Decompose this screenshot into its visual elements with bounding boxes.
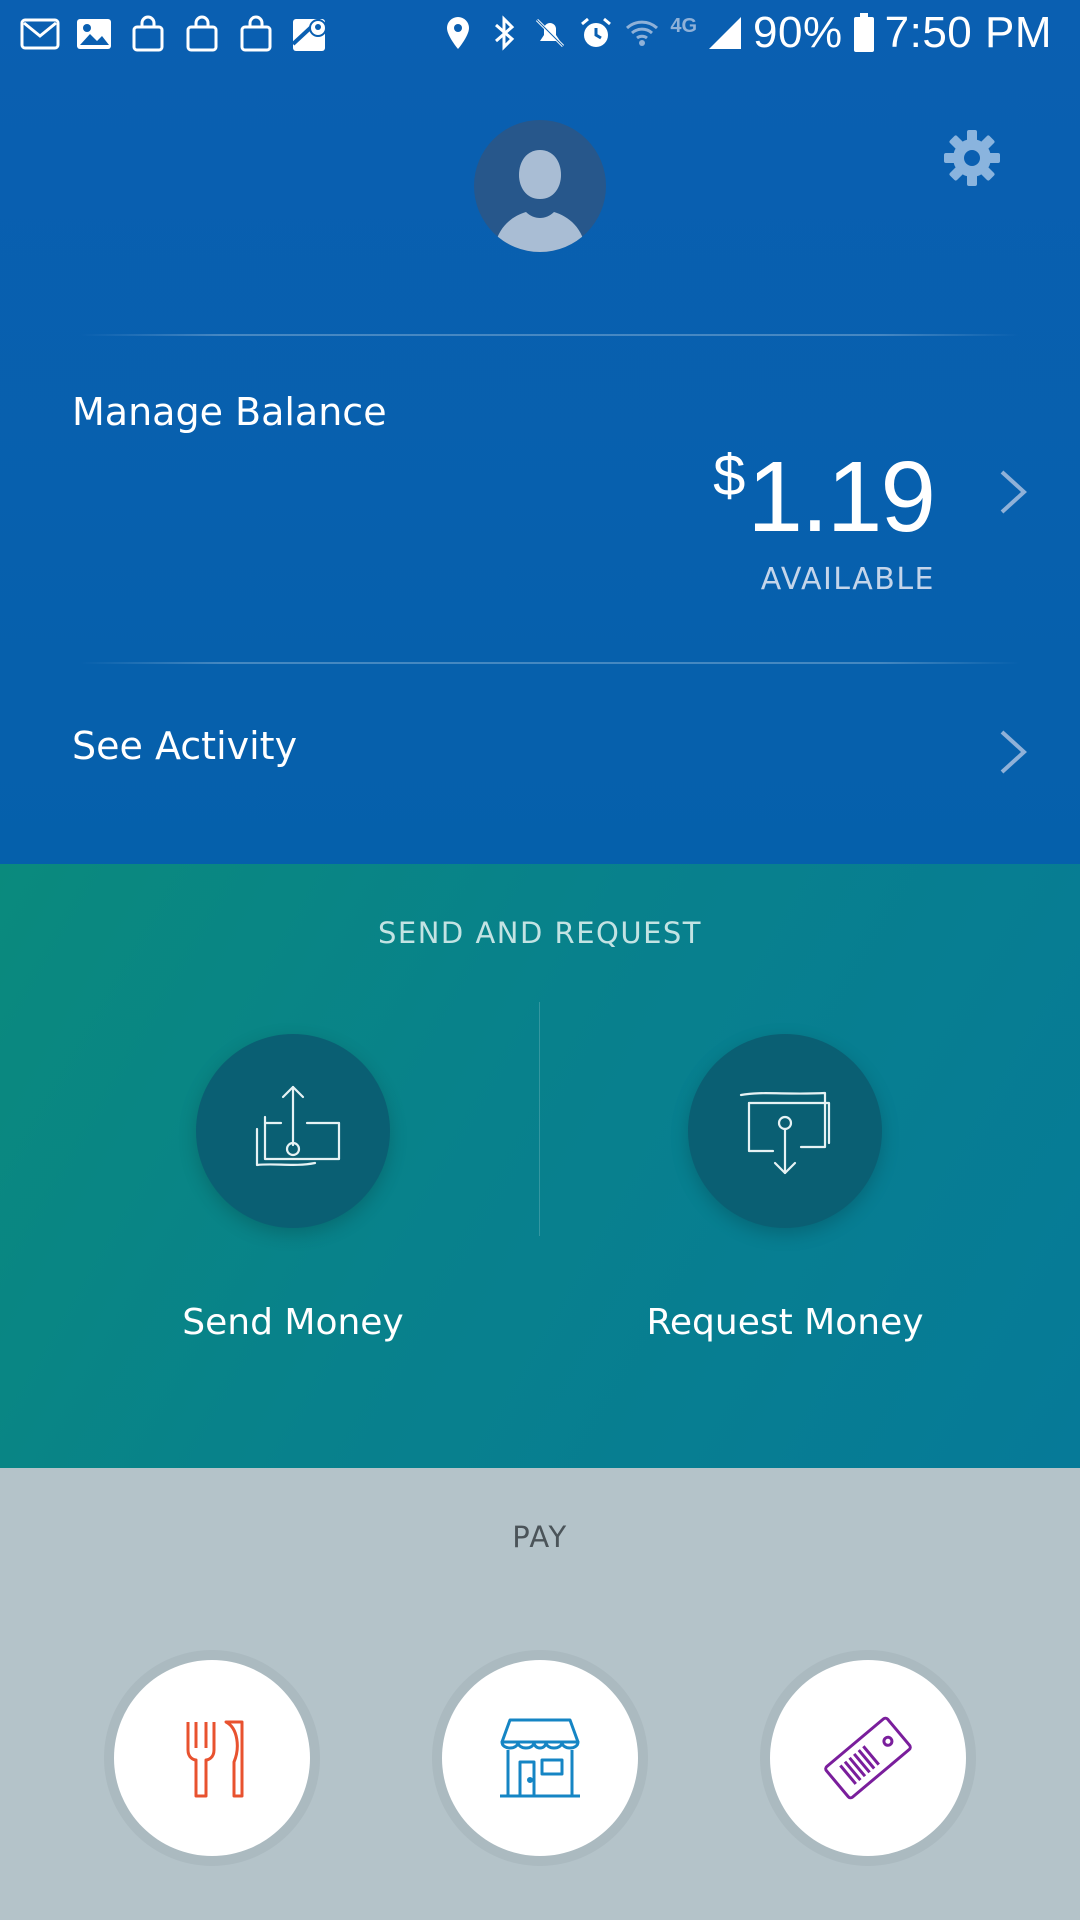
maps-icon [291, 17, 327, 51]
bluetooth-icon [495, 15, 515, 51]
alarm-icon [581, 17, 612, 47]
shopping-bag-icon [186, 15, 218, 52]
balance-amount: $1.19 [713, 440, 936, 555]
profile-avatar[interactable] [474, 120, 606, 252]
vertical-divider [539, 1002, 540, 1236]
gear-icon[interactable] [940, 126, 1004, 190]
gmail-icon [20, 18, 60, 50]
send-request-title: SEND AND REQUEST [377, 916, 703, 950]
shopping-bag-icon [132, 15, 164, 52]
chevron-right-icon [1000, 730, 1027, 774]
status-bar: 4G 90% 7:50 PM [0, 0, 1080, 72]
send-money-button[interactable] [196, 1034, 390, 1228]
ticket-icon [824, 1716, 912, 1800]
request-money-button[interactable] [688, 1034, 882, 1228]
currency-symbol: $ [713, 443, 745, 508]
battery-percent: 90% [753, 8, 843, 57]
system-status: 4G 90% 7:50 PM [440, 8, 1052, 58]
notification-icons [20, 14, 330, 54]
manage-balance-label: Manage Balance [72, 390, 387, 434]
user-avatar-icon [494, 150, 586, 252]
account-header: 4G 90% 7:50 PM Manage Balance $1.19 AVAI… [0, 0, 1080, 864]
manage-balance-row[interactable]: Manage Balance $1.19 AVAILABLE [0, 340, 1080, 640]
request-money-icon [739, 1091, 831, 1175]
wifi-icon [626, 20, 659, 46]
balance-value: 1.19 [747, 441, 936, 553]
pay-section: PAY [0, 1468, 1080, 1920]
location-icon [447, 17, 470, 49]
gallery-icon [77, 19, 111, 49]
clock: 7:50 PM [884, 8, 1052, 57]
shopping-bag-icon [240, 15, 272, 52]
pay-title: PAY [512, 1520, 568, 1554]
store-icon [500, 1718, 580, 1798]
signal-icon [709, 17, 742, 49]
request-money-label: Request Money [646, 1302, 924, 1343]
send-money-icon [255, 1085, 341, 1167]
chevron-right-icon [1000, 470, 1027, 514]
send-and-request-section: SEND AND REQUEST Send Money Request Mone… [0, 864, 1080, 1468]
send-money-label: Send Money [182, 1302, 404, 1343]
pay-ticket-button[interactable] [770, 1660, 966, 1856]
battery-icon [853, 13, 874, 52]
pay-store-button[interactable] [442, 1660, 638, 1856]
available-label: AVAILABLE [760, 562, 935, 597]
see-activity-row[interactable]: See Activity [0, 664, 1080, 864]
see-activity-label: See Activity [72, 724, 298, 768]
mute-icon [536, 18, 565, 48]
network-type: 4G [670, 14, 698, 37]
restaurant-icon [186, 1720, 244, 1798]
divider [80, 334, 1020, 336]
pay-restaurant-button[interactable] [114, 1660, 310, 1856]
